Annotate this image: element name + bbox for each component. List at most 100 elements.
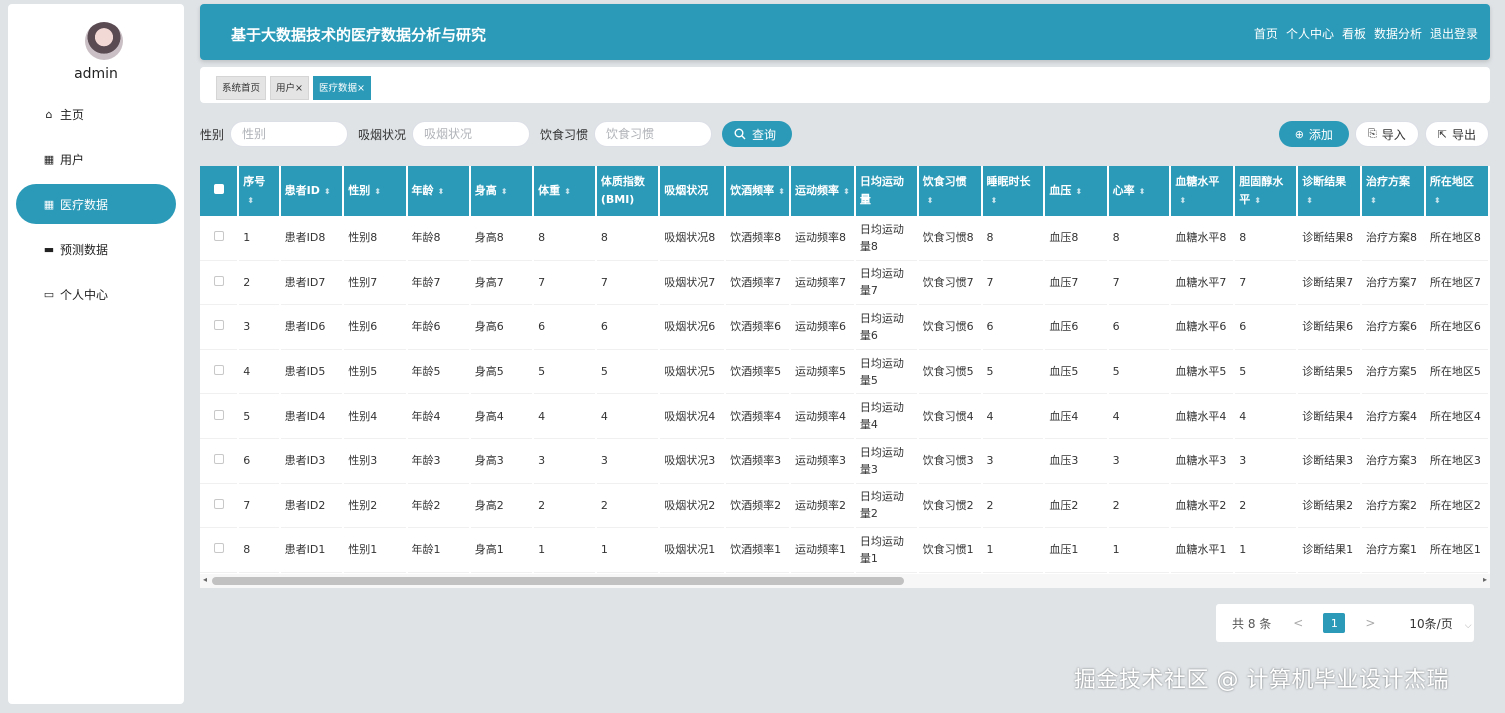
sort-icon[interactable]: ⬍ (564, 187, 571, 196)
sidebar-item-profile[interactable]: ▭ 个人中心 (16, 274, 176, 314)
row-checkbox[interactable] (213, 320, 224, 331)
column-header[interactable]: 体质指数(BMI) (596, 166, 659, 216)
sort-icon[interactable]: ⬍ (1370, 196, 1377, 205)
table-row[interactable]: 6 患者ID3 性别3 年龄3 身高3 3 3 吸烟状况3 饮酒频率3 运动频率3 日均运动量3 饮食… (200, 438, 1488, 484)
row-checkbox[interactable] (213, 498, 224, 509)
column-header[interactable]: 饮食习惯 ⬍ (918, 166, 981, 216)
column-header[interactable]: 血压 ⬍ (1045, 166, 1107, 216)
column-header[interactable]: 患者ID ⬍ (280, 166, 343, 216)
nav-logout[interactable]: 退出登录 (1430, 25, 1478, 42)
tab-system-home[interactable]: 系统首页 (216, 76, 267, 100)
table-row[interactable]: 1 患者ID8 性别8 年龄8 身高8 8 8 吸烟状况8 饮酒频率8 运动频率8 日均运动量8 饮食… (200, 216, 1488, 261)
row-checkbox[interactable] (213, 409, 224, 420)
gender-input[interactable] (230, 121, 349, 147)
sort-icon[interactable]: ⬍ (1139, 187, 1146, 196)
table-cell: 运动频率1 (790, 528, 854, 573)
table-cell: 2 (534, 483, 595, 529)
next-page-button[interactable]: > (1365, 616, 1375, 630)
table-cell: 性别8 (344, 216, 406, 261)
sort-icon[interactable]: ⬍ (438, 187, 445, 196)
column-header[interactable]: 心率 ⬍ (1108, 166, 1170, 216)
table-row[interactable]: 2 患者ID7 性别7 年龄7 身高7 7 7 吸烟状况7 饮酒频率7 运动频率7 日均运动量7 饮食… (200, 260, 1488, 306)
table-row[interactable]: 3 患者ID6 性别6 年龄6 身高6 6 6 吸烟状况6 饮酒频率6 运动频率6 日均运动量6 饮食… (200, 305, 1488, 350)
sort-icon[interactable]: ⬍ (1306, 196, 1313, 205)
column-header[interactable]: 吸烟状况 (660, 166, 725, 216)
query-button[interactable]: 查询 (722, 121, 793, 147)
sort-icon[interactable]: ⬍ (1179, 196, 1186, 205)
table-row[interactable]: 4 患者ID5 性别5 年龄5 身高5 5 5 吸烟状况5 饮酒频率5 运动频率5 日均运动量5 饮食… (200, 349, 1488, 395)
row-checkbox-cell[interactable] (200, 394, 238, 439)
horizontal-scrollbar[interactable]: ◂ ▸ (200, 574, 1490, 588)
sort-icon[interactable]: ⬍ (991, 196, 998, 205)
row-checkbox[interactable] (213, 231, 224, 242)
sidebar-item-home[interactable]: ⌂ 主页 (16, 94, 176, 134)
import-label: 导入 (1381, 127, 1406, 142)
table-cell: 年龄7 (407, 260, 469, 306)
sort-icon[interactable]: ⬍ (1434, 196, 1441, 205)
select-all-checkbox-cell[interactable] (200, 166, 238, 216)
column-header[interactable]: 饮酒频率 ⬍ (726, 166, 789, 216)
tab-medical-data[interactable]: 医疗数据× (312, 76, 371, 100)
column-header[interactable]: 性别 ⬍ (344, 166, 406, 216)
row-checkbox-cell[interactable] (200, 349, 238, 395)
table-row[interactable]: 8 患者ID1 性别1 年龄1 身高1 1 1 吸烟状况1 饮酒频率1 运动频率1 日均运动量1 饮食… (200, 528, 1488, 573)
tab-users[interactable]: 用户× (270, 76, 309, 100)
add-button[interactable]: ⊕ 添加 (1278, 121, 1349, 147)
column-header-label: 年龄 (411, 183, 434, 197)
avatar[interactable] (85, 22, 123, 60)
scrollbar-thumb[interactable] (212, 577, 904, 585)
prev-page-button[interactable]: < (1293, 616, 1303, 630)
select-all-checkbox[interactable] (213, 184, 224, 194)
table-row[interactable]: 5 患者ID4 性别4 年龄4 身高4 4 4 吸烟状况4 饮酒频率4 运动频率4 日均运动量4 饮食… (200, 394, 1488, 439)
column-header[interactable]: 睡眠时长 ⬍ (982, 166, 1044, 216)
sidebar-item-prediction-data[interactable]: ▬ 预测数据 (16, 229, 176, 269)
export-button[interactable]: ⇱ 导出 (1424, 121, 1489, 147)
row-checkbox-cell[interactable] (200, 305, 238, 350)
column-header[interactable]: 血糖水平 ⬍ (1171, 166, 1234, 216)
column-header[interactable]: 日均运动量 (855, 166, 917, 216)
column-header[interactable]: 年龄 ⬍ (407, 166, 469, 216)
sort-icon[interactable]: ⬍ (927, 196, 934, 205)
table-cell: 7 (239, 483, 279, 529)
column-header[interactable]: 诊断结果 ⬍ (1298, 166, 1360, 216)
sort-icon[interactable]: ⬍ (1075, 187, 1082, 196)
table-row[interactable]: 7 患者ID2 性别2 年龄2 身高2 2 2 吸烟状况2 饮酒频率2 运动频率2 日均运动量2 饮食… (200, 483, 1488, 529)
nav-data-analysis[interactable]: 数据分析 (1374, 25, 1422, 42)
row-checkbox[interactable] (213, 365, 224, 376)
row-checkbox[interactable] (213, 454, 224, 465)
scroll-left-icon[interactable]: ◂ (203, 575, 207, 584)
table-cell: 血压7 (1045, 260, 1107, 306)
nav-profile[interactable]: 个人中心 (1286, 25, 1334, 42)
sort-icon[interactable]: ⬍ (843, 187, 850, 196)
sort-icon[interactable]: ⬍ (374, 187, 381, 196)
scroll-right-icon[interactable]: ▸ (1483, 575, 1487, 584)
row-checkbox-cell[interactable] (200, 528, 238, 573)
sidebar-item-medical-data[interactable]: ▦ 医疗数据 (16, 184, 176, 224)
sort-icon[interactable]: ⬍ (501, 187, 508, 196)
row-checkbox-cell[interactable] (200, 438, 238, 484)
sort-icon[interactable]: ⬍ (778, 187, 785, 196)
column-header[interactable]: 序号 ⬍ (239, 166, 279, 216)
sort-icon[interactable]: ⬍ (247, 196, 254, 205)
sort-icon[interactable]: ⬍ (324, 187, 331, 196)
row-checkbox-cell[interactable] (200, 483, 238, 529)
column-header[interactable]: 运动频率 ⬍ (790, 166, 854, 216)
sidebar-item-users[interactable]: ▦ 用户 (16, 139, 176, 179)
sort-icon[interactable]: ⬍ (1254, 196, 1261, 205)
diet-input[interactable] (594, 121, 713, 147)
column-header[interactable]: 身高 ⬍ (470, 166, 533, 216)
nav-home[interactable]: 首页 (1254, 25, 1278, 42)
column-header[interactable]: 体重 ⬍ (534, 166, 595, 216)
column-header[interactable]: 治疗方案 ⬍ (1361, 166, 1424, 216)
row-checkbox[interactable] (213, 275, 224, 286)
import-button[interactable]: ⎘ 导入 (1354, 121, 1419, 147)
column-header[interactable]: 胆固醇水平 ⬍ (1235, 166, 1297, 216)
row-checkbox[interactable] (213, 543, 224, 554)
column-header[interactable]: 所在地区 ⬍ (1425, 166, 1488, 216)
nav-dashboard[interactable]: 看板 (1342, 25, 1366, 42)
page-size-select[interactable]: 10条/页 ⌵ (1409, 615, 1471, 632)
smoking-input[interactable] (412, 121, 531, 147)
page-1-button[interactable]: 1 (1323, 613, 1346, 633)
row-checkbox-cell[interactable] (200, 260, 238, 306)
row-checkbox-cell[interactable] (200, 216, 238, 261)
